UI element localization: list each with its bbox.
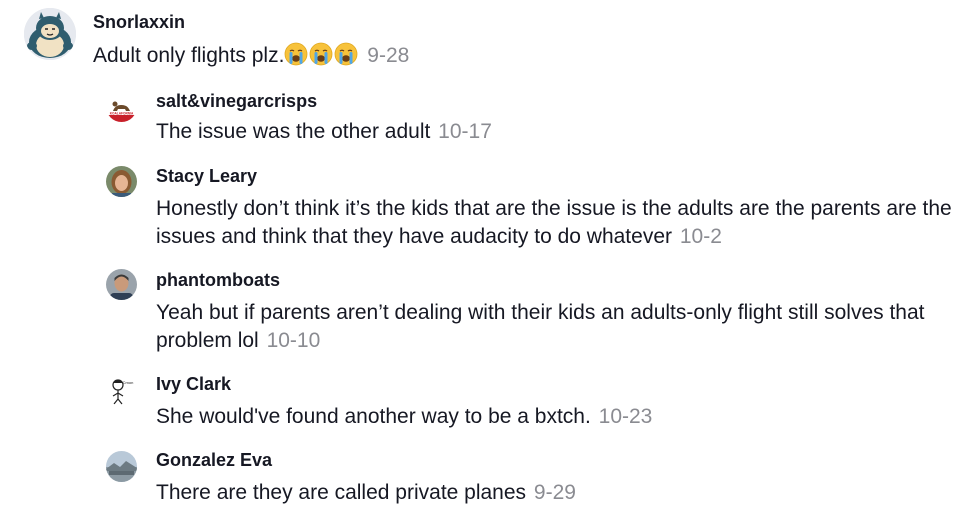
loudly-crying-face-emoji bbox=[309, 42, 333, 66]
reply-username[interactable]: phantomboats bbox=[156, 269, 280, 291]
avatar-text: KOALAFORNIA bbox=[110, 112, 134, 116]
reply-username[interactable]: Stacy Leary bbox=[156, 165, 257, 187]
california-flag-icon: KOALAFORNIA bbox=[106, 91, 137, 122]
reply-item: phantomboats Yeah but if parents aren’t … bbox=[0, 265, 980, 365]
comment-username[interactable]: Snorlaxxin bbox=[93, 11, 185, 33]
reply-text: The issue was the other adult 10-17 bbox=[156, 118, 966, 146]
reply-username[interactable]: salt&vinegarcrisps bbox=[156, 90, 317, 112]
reply-body: She would've found another way to be a b… bbox=[156, 405, 591, 428]
reply-username[interactable]: Gonzalez Eva bbox=[156, 449, 272, 471]
avatar[interactable]: KOALAFORNIA bbox=[106, 91, 137, 122]
avatar[interactable] bbox=[106, 451, 137, 482]
reply-date: 9-29 bbox=[533, 481, 576, 504]
comment-text: Adult only flights plz. 9-28 bbox=[93, 42, 953, 70]
reply-text: She would've found another way to be a b… bbox=[156, 403, 966, 431]
avatar[interactable] bbox=[24, 8, 76, 60]
avatar-text: Cmon bbox=[123, 380, 134, 385]
landscape-photo-icon bbox=[106, 451, 137, 482]
reply-body: Honestly don’t think it’s the kids that … bbox=[156, 197, 952, 248]
reply-text: Yeah but if parents aren’t dealing with … bbox=[156, 299, 971, 355]
user-photo-icon bbox=[106, 269, 137, 300]
user-photo-icon bbox=[106, 166, 137, 197]
comment-body: Adult only flights plz. bbox=[93, 44, 285, 67]
avatar[interactable] bbox=[106, 269, 137, 300]
avatar[interactable]: Cmon bbox=[106, 375, 137, 406]
reply-item: Cmon Ivy Clark She would've found anothe… bbox=[0, 370, 980, 445]
loudly-crying-face-emoji bbox=[284, 42, 308, 66]
reply-date: 10-23 bbox=[598, 405, 653, 428]
loudly-crying-face-emoji bbox=[334, 42, 358, 66]
reply-date: 10-2 bbox=[679, 225, 722, 248]
avatar[interactable] bbox=[106, 166, 137, 197]
reply-item: Gonzalez Eva There are they are called p… bbox=[0, 446, 980, 519]
reply-body: The issue was the other adult bbox=[156, 120, 431, 143]
comment-snorlaxxin: Snorlaxxin Adult only flights plz. 9-28 bbox=[0, 0, 980, 80]
reply-item: Stacy Leary Honestly don’t think it’s th… bbox=[0, 160, 980, 260]
snorlax-icon bbox=[24, 8, 76, 60]
reply-text: There are they are called private planes… bbox=[156, 479, 966, 507]
reply-item: KOALAFORNIA salt&vinegarcrisps The issue… bbox=[0, 80, 980, 155]
reply-text: Honestly don’t think it’s the kids that … bbox=[156, 195, 966, 251]
cartoon-character-icon: Cmon bbox=[106, 375, 137, 406]
reply-body: There are they are called private planes bbox=[156, 481, 527, 504]
reply-username[interactable]: Ivy Clark bbox=[156, 373, 231, 395]
reply-date: 10-17 bbox=[438, 120, 492, 143]
comment-date: 9-28 bbox=[367, 44, 410, 67]
reply-date: 10-10 bbox=[266, 329, 321, 352]
